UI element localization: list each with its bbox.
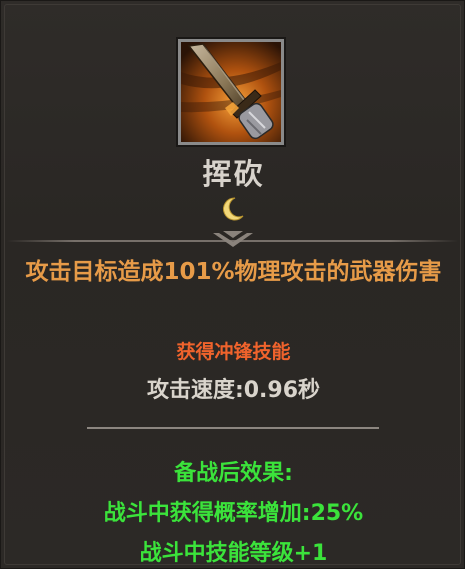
skill-tooltip: 挥砍 攻击目标造成101%物理攻击的武器伤害 获得冲锋技能 攻击速度:0.96秒… <box>0 0 465 569</box>
reserve-effect-chance: 战斗中获得概率增加:25% <box>103 501 364 526</box>
sword-slash-icon <box>178 39 284 145</box>
reserve-effect-level: 战斗中技能等级+1 <box>139 541 328 566</box>
crescent-moon-icon <box>217 196 247 222</box>
chevron-down-icon <box>211 229 255 253</box>
skill-description: 攻击目标造成101%物理攻击的武器伤害 <box>25 259 442 285</box>
charge-skill-text: 获得冲锋技能 <box>176 341 291 363</box>
skill-name: 挥砍 <box>202 157 265 191</box>
attack-speed: 攻击速度:0.96秒 <box>146 378 321 403</box>
reserve-effects-title: 备战后效果: <box>174 461 293 486</box>
section-divider <box>87 427 379 429</box>
